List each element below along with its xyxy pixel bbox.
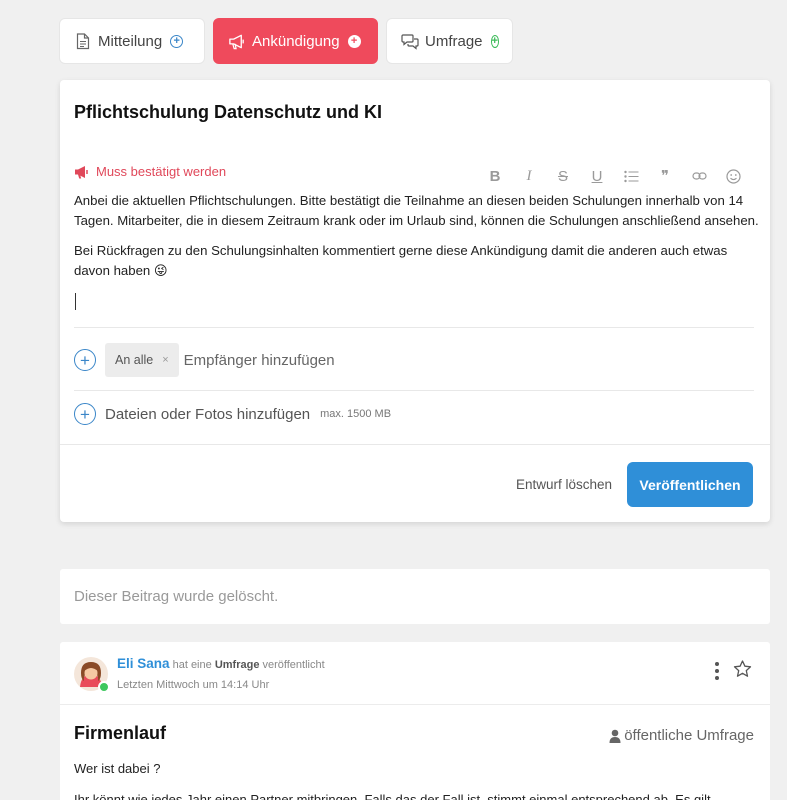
publish-button[interactable]: Veröffentlichen: [627, 462, 753, 507]
add-file-icon[interactable]: +: [74, 403, 96, 425]
composer-footer: Entwurf löschen Veröffentlichen: [60, 444, 770, 522]
recipients-row: + An alle × Empfänger hinzufügen: [74, 343, 335, 377]
max-upload-size: max. 1500 MB: [320, 408, 392, 420]
quote-button[interactable]: ❞: [648, 166, 682, 186]
body-paragraph: Bei Rückfragen zu den Schulungsinhalten …: [74, 243, 728, 278]
post-question: Wer ist dabei ?: [74, 761, 161, 776]
star-icon[interactable]: [733, 660, 752, 683]
divider: [74, 390, 754, 391]
tab-label: Ankündigung: [252, 32, 340, 50]
must-confirm-toggle[interactable]: Muss bestätigt werden: [74, 164, 226, 179]
plus-circle-icon: +: [490, 34, 499, 48]
recipient-chip-label: An alle: [115, 353, 154, 367]
tab-label: Umfrage: [425, 32, 483, 50]
online-status-indicator: [98, 681, 110, 693]
post-author-line: Eli Sana hat eine Umfrage veröffentlicht: [117, 656, 325, 671]
formatting-toolbar: B I S U ❞: [478, 166, 750, 186]
discard-draft-button[interactable]: Entwurf löschen: [516, 477, 612, 492]
tab-mitteilung[interactable]: Mitteilung +: [59, 18, 205, 64]
post-timestamp: Letzten Mittwoch um 14:14 Uhr: [117, 679, 270, 691]
bullet-list-icon[interactable]: [614, 166, 648, 186]
megaphone-icon: [228, 32, 246, 50]
announcement-title-input[interactable]: Pflichtschulung Datenschutz und KI: [74, 102, 382, 123]
chat-bubbles-icon: [401, 32, 419, 50]
document-icon: [74, 32, 92, 50]
announcement-body-editor[interactable]: Anbei die aktuellen Pflichtschulungen. B…: [74, 191, 759, 291]
plus-circle-icon: +: [170, 34, 184, 48]
post-body-text: Ihr könnt wie jedes Jahr einen Partner m…: [74, 792, 711, 800]
tab-umfrage[interactable]: Umfrage +: [386, 18, 513, 64]
divider: [74, 327, 754, 328]
deleted-post-text: Dieser Beitrag wurde gelöscht.: [74, 588, 279, 605]
poll-visibility-label: öffentliche Umfrage: [624, 727, 754, 744]
action-type: Umfrage: [214, 659, 260, 671]
poll-visibility: öffentliche Umfrage: [609, 727, 754, 744]
divider: [60, 704, 770, 705]
tab-ankuendigung[interactable]: Ankündigung +: [213, 18, 378, 64]
post-title: Firmenlauf: [74, 723, 167, 743]
action-text: hat eine: [172, 659, 212, 671]
author-name-link[interactable]: Eli Sana: [117, 656, 170, 671]
must-confirm-label: Muss bestätigt werden: [96, 164, 227, 179]
attachments-row: + Dateien oder Fotos hinzufügen max. 150…: [74, 403, 391, 425]
remove-recipient-button[interactable]: ×: [162, 354, 168, 366]
text-cursor: [75, 293, 76, 310]
person-icon: [609, 729, 621, 743]
poll-post-card: Eli Sana hat eine Umfrage veröffentlicht…: [60, 642, 770, 800]
action-text: veröffentlicht: [262, 659, 325, 671]
announcement-composer: Pflichtschulung Datenschutz und KI Muss …: [60, 80, 770, 522]
avatar[interactable]: [74, 657, 110, 693]
add-files-button[interactable]: Dateien oder Fotos hinzufügen: [105, 406, 310, 423]
add-recipient-icon[interactable]: +: [74, 349, 96, 371]
deleted-post-card: Dieser Beitrag wurde gelöscht.: [60, 569, 770, 624]
italic-button[interactable]: I: [512, 166, 546, 186]
strikethrough-button[interactable]: S: [546, 166, 580, 186]
emoji-icon[interactable]: [716, 166, 750, 186]
plus-circle-icon: +: [347, 34, 361, 48]
more-options-icon[interactable]: [714, 662, 720, 680]
link-icon[interactable]: [682, 166, 716, 186]
body-paragraph: Anbei die aktuellen Pflichtschulungen. B…: [74, 193, 759, 228]
recipient-chip[interactable]: An alle ×: [105, 343, 179, 377]
tab-label: Mitteilung: [98, 32, 163, 50]
add-recipients-input[interactable]: Empfänger hinzufügen: [184, 352, 335, 369]
megaphone-icon: [74, 165, 90, 179]
post-type-tabs: Mitteilung + Ankündigung + Umfrage +: [59, 18, 513, 64]
underline-button[interactable]: U: [580, 166, 614, 186]
bold-button[interactable]: B: [478, 166, 512, 186]
